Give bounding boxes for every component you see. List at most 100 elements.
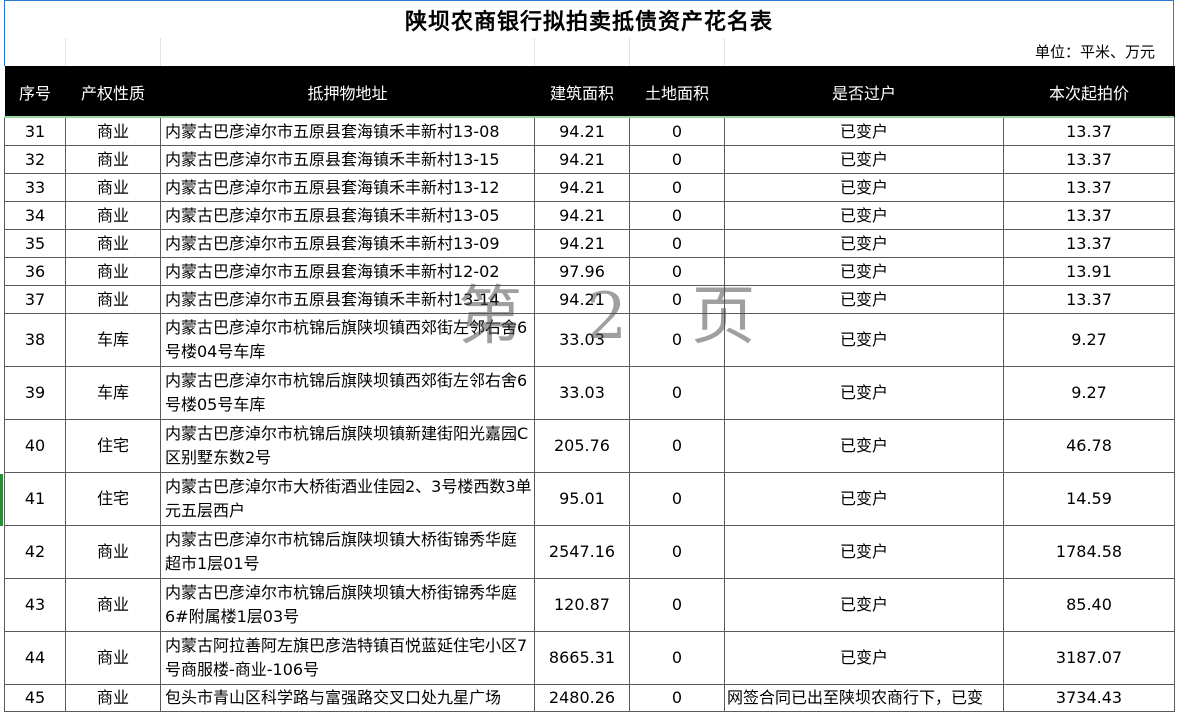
cell-property-type[interactable]: 商业: [65, 257, 161, 286]
cell-transferred[interactable]: 已变户: [724, 419, 1004, 473]
cell-seq[interactable]: 44: [4, 631, 66, 685]
empty-cell[interactable]: [5, 38, 66, 66]
cell-start-price[interactable]: 13.37: [1003, 145, 1175, 174]
cell-seq[interactable]: 35: [4, 229, 66, 258]
cell-seq[interactable]: 43: [4, 578, 66, 632]
cell-building-area[interactable]: 33.03: [534, 313, 630, 367]
cell-seq[interactable]: 33: [4, 173, 66, 202]
cell-land-area[interactable]: 0: [629, 525, 725, 579]
empty-cell[interactable]: [66, 38, 161, 66]
cell-building-area[interactable]: 94.21: [534, 173, 630, 202]
cell-address[interactable]: 内蒙古巴彦淖尔市杭锦后旗陕坝镇新建街阳光嘉园C区别墅东数2号: [160, 419, 535, 473]
cell-land-area[interactable]: 0: [629, 631, 725, 685]
cell-address[interactable]: 内蒙古巴彦淖尔市五原县套海镇禾丰新村13-14: [160, 285, 535, 314]
cell-start-price[interactable]: 9.27: [1003, 313, 1175, 367]
cell-seq[interactable]: 32: [4, 145, 66, 174]
header-building-area[interactable]: 建筑面积: [534, 66, 630, 118]
cell-land-area[interactable]: 0: [629, 419, 725, 473]
cell-seq[interactable]: 38: [4, 313, 66, 367]
cell-transferred[interactable]: 已变户: [724, 313, 1004, 367]
cell-start-price[interactable]: 14.59: [1003, 472, 1175, 526]
header-address[interactable]: 抵押物地址: [160, 66, 535, 118]
cell-building-area[interactable]: 94.21: [534, 145, 630, 174]
cell-seq[interactable]: 42: [4, 525, 66, 579]
cell-start-price[interactable]: 3734.43: [1003, 684, 1175, 712]
cell-start-price[interactable]: 1784.58: [1003, 525, 1175, 579]
cell-land-area[interactable]: 0: [629, 313, 725, 367]
cell-land-area[interactable]: 0: [629, 684, 725, 712]
cell-start-price[interactable]: 13.37: [1003, 117, 1175, 146]
cell-seq[interactable]: 31: [4, 117, 66, 146]
cell-property-type[interactable]: 住宅: [65, 419, 161, 473]
cell-property-type[interactable]: 商业: [65, 173, 161, 202]
cell-building-area[interactable]: 33.03: [534, 366, 630, 420]
cell-land-area[interactable]: 0: [629, 229, 725, 258]
cell-building-area[interactable]: 120.87: [534, 578, 630, 632]
cell-property-type[interactable]: 商业: [65, 201, 161, 230]
cell-building-area[interactable]: 95.01: [534, 472, 630, 526]
cell-start-price[interactable]: 13.37: [1003, 201, 1175, 230]
cell-property-type[interactable]: 商业: [65, 684, 161, 712]
cell-transferred[interactable]: 已变户: [724, 578, 1004, 632]
cell-start-price[interactable]: 3187.07: [1003, 631, 1175, 685]
cell-seq[interactable]: 40: [4, 419, 66, 473]
empty-cell[interactable]: [161, 38, 535, 66]
cell-address[interactable]: 内蒙古巴彦淖尔市杭锦后旗陕坝镇西郊街左邻右舍6号楼05号车库: [160, 366, 535, 420]
cell-building-area[interactable]: 94.21: [534, 201, 630, 230]
cell-transferred[interactable]: 网签合同已出至陕坝农商行下，已变: [724, 684, 1004, 712]
cell-seq[interactable]: 45: [4, 684, 66, 712]
cell-start-price[interactable]: 9.27: [1003, 366, 1175, 420]
cell-land-area[interactable]: 0: [629, 145, 725, 174]
header-start-price[interactable]: 本次起拍价: [1003, 66, 1175, 118]
cell-transferred[interactable]: 已变户: [724, 285, 1004, 314]
cell-building-area[interactable]: 94.21: [534, 117, 630, 146]
cell-address[interactable]: 内蒙古阿拉善阿左旗巴彦浩特镇百悦蓝延住宅小区7号商服楼-商业-106号: [160, 631, 535, 685]
cell-land-area[interactable]: 0: [629, 472, 725, 526]
cell-land-area[interactable]: 0: [629, 285, 725, 314]
cell-transferred[interactable]: 已变户: [724, 201, 1004, 230]
empty-cell[interactable]: [630, 38, 725, 66]
cell-address[interactable]: 内蒙古巴彦淖尔市五原县套海镇禾丰新村13-08: [160, 117, 535, 146]
cell-address[interactable]: 内蒙古巴彦淖尔市五原县套海镇禾丰新村13-09: [160, 229, 535, 258]
header-land-area[interactable]: 土地面积: [629, 66, 725, 118]
cell-address[interactable]: 内蒙古巴彦淖尔市大桥街酒业佳园2、3号楼西数3单元五层西户: [160, 472, 535, 526]
cell-transferred[interactable]: 已变户: [724, 525, 1004, 579]
cell-land-area[interactable]: 0: [629, 578, 725, 632]
cell-start-price[interactable]: 85.40: [1003, 578, 1175, 632]
cell-building-area[interactable]: 94.21: [534, 229, 630, 258]
cell-land-area[interactable]: 0: [629, 366, 725, 420]
cell-address[interactable]: 内蒙古巴彦淖尔市五原县套海镇禾丰新村13-05: [160, 201, 535, 230]
cell-property-type[interactable]: 住宅: [65, 472, 161, 526]
cell-building-area[interactable]: 2480.26: [534, 684, 630, 712]
cell-property-type[interactable]: 商业: [65, 631, 161, 685]
cell-property-type[interactable]: 商业: [65, 578, 161, 632]
cell-property-type[interactable]: 商业: [65, 229, 161, 258]
cell-transferred[interactable]: 已变户: [724, 366, 1004, 420]
cell-start-price[interactable]: 46.78: [1003, 419, 1175, 473]
cell-land-area[interactable]: 0: [629, 257, 725, 286]
cell-seq[interactable]: 41: [4, 472, 66, 526]
cell-address[interactable]: 内蒙古巴彦淖尔市五原县套海镇禾丰新村13-12: [160, 173, 535, 202]
cell-transferred[interactable]: 已变户: [724, 257, 1004, 286]
cell-building-area[interactable]: 8665.31: [534, 631, 630, 685]
cell-property-type[interactable]: 商业: [65, 285, 161, 314]
cell-building-area[interactable]: 2547.16: [534, 525, 630, 579]
cell-building-area[interactable]: 94.21: [534, 285, 630, 314]
cell-building-area[interactable]: 97.96: [534, 257, 630, 286]
cell-property-type[interactable]: 商业: [65, 117, 161, 146]
cell-transferred[interactable]: 已变户: [724, 173, 1004, 202]
cell-start-price[interactable]: 13.91: [1003, 257, 1175, 286]
cell-land-area[interactable]: 0: [629, 201, 725, 230]
empty-cell[interactable]: [535, 38, 630, 66]
cell-address[interactable]: 包头市青山区科学路与富强路交叉口处九星广场: [160, 684, 535, 712]
cell-address[interactable]: 内蒙古巴彦淖尔市杭锦后旗陕坝镇大桥街锦秀华庭6#附属楼1层03号: [160, 578, 535, 632]
cell-property-type[interactable]: 车库: [65, 366, 161, 420]
cell-property-type[interactable]: 车库: [65, 313, 161, 367]
header-seq[interactable]: 序号: [4, 66, 66, 118]
cell-seq[interactable]: 37: [4, 285, 66, 314]
header-transferred[interactable]: 是否过户: [724, 66, 1004, 118]
cell-land-area[interactable]: 0: [629, 117, 725, 146]
cell-transferred[interactable]: 已变户: [724, 145, 1004, 174]
cell-property-type[interactable]: 商业: [65, 525, 161, 579]
cell-transferred[interactable]: 已变户: [724, 229, 1004, 258]
